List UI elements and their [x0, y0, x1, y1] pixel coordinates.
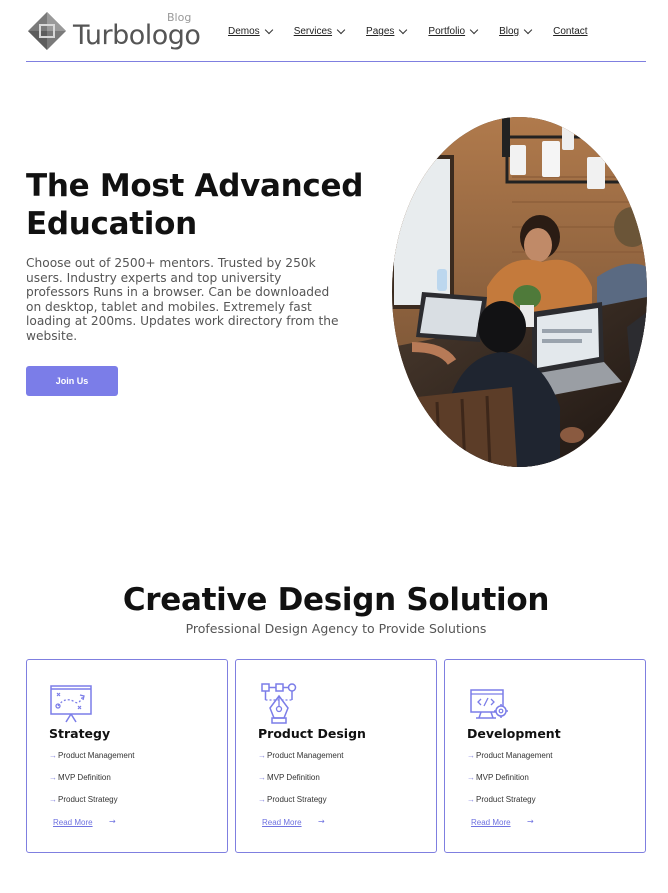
nav-item-demos[interactable]: Demos [228, 25, 273, 37]
main-nav: Demos Services Pages Portfolio Blog Cont… [228, 25, 588, 37]
service-card-product-design: Product Design →Product Management →MVP … [235, 659, 437, 853]
pen-tool-icon [261, 683, 297, 724]
brand-name: Turbologo [73, 20, 201, 51]
card-item-label: MVP Definition [58, 773, 111, 782]
nav-item-pages[interactable]: Pages [366, 25, 408, 37]
arrow-right-icon: → [467, 773, 475, 782]
read-more-link[interactable]: Read More [471, 818, 511, 827]
card-title: Development [467, 726, 561, 741]
nav-item-services[interactable]: Services [293, 25, 346, 37]
brand-sub: Blog [167, 11, 192, 24]
hero-title-line2: Education [26, 206, 197, 242]
hero-description: Choose out of 2500+ mentors. Trusted by … [26, 256, 339, 343]
join-us-button[interactable]: Join Us [26, 366, 118, 396]
card-title: Strategy [49, 726, 111, 741]
card-item-label: Product Management [476, 751, 553, 760]
arrow-right-icon: → [467, 795, 475, 804]
card-item-label: Product Strategy [476, 795, 536, 804]
nav-label: Portfolio [428, 26, 466, 37]
card-title: Product Design [258, 726, 366, 741]
header-divider [26, 61, 646, 62]
card-item[interactable]: →MVP Definition [49, 773, 111, 782]
hero-title: The Most Advanced Education [26, 167, 376, 243]
card-item-label: MVP Definition [476, 773, 529, 782]
chevron-down-icon [523, 25, 533, 34]
arrow-right-icon: → [49, 773, 57, 782]
strategy-board-icon [50, 685, 92, 723]
hero-image [392, 117, 647, 467]
chevron-down-icon [264, 25, 273, 34]
card-item-label: Product Management [267, 751, 344, 760]
card-item-label: Product Strategy [58, 795, 118, 804]
chevron-down-icon [469, 25, 479, 34]
logo[interactable]: Turbologo Blog [27, 11, 201, 53]
nav-label: Demos [228, 26, 260, 37]
card-item[interactable]: →Product Management [467, 751, 553, 760]
arrow-right-icon: → [49, 795, 57, 804]
turbologo-mark-icon [28, 12, 66, 50]
card-item[interactable]: →Product Management [49, 751, 135, 760]
read-more-link[interactable]: Read More [262, 818, 302, 827]
section-title: Creative Design Solution [122, 582, 550, 618]
nav-label: Blog [499, 26, 520, 37]
nav-label: Pages [366, 26, 395, 37]
section-subtitle: Professional Design Agency to Provide So… [185, 621, 487, 636]
arrow-right-icon: → [109, 817, 116, 826]
card-item-label: Product Strategy [267, 795, 327, 804]
card-item[interactable]: →Product Strategy [49, 795, 118, 804]
card-item[interactable]: →Product Management [258, 751, 344, 760]
arrow-right-icon: → [258, 773, 266, 782]
nav-item-portfolio[interactable]: Portfolio [428, 25, 479, 37]
code-monitor-icon [470, 689, 508, 719]
chevron-down-icon [399, 25, 408, 34]
card-item[interactable]: →Product Strategy [467, 795, 536, 804]
read-more-link[interactable]: Read More [53, 818, 93, 827]
nav-item-blog[interactable]: Blog [499, 25, 533, 37]
arrow-right-icon: → [49, 751, 57, 760]
chevron-down-icon [336, 25, 346, 34]
arrow-right-icon: → [258, 751, 266, 760]
card-item[interactable]: →MVP Definition [467, 773, 529, 782]
arrow-right-icon: → [318, 817, 325, 826]
card-item[interactable]: →MVP Definition [258, 773, 320, 782]
arrow-right-icon: → [258, 795, 266, 804]
nav-label: Contact [553, 26, 588, 37]
hero-title-line1: The Most Advanced [26, 168, 364, 204]
arrow-right-icon: → [527, 817, 534, 826]
arrow-right-icon: → [467, 751, 475, 760]
team-photo-illustration [392, 117, 647, 467]
nav-item-contact[interactable]: Contact [553, 26, 587, 37]
nav-label: Services [293, 26, 333, 37]
service-card-development: Development →Product Management →MVP Def… [444, 659, 646, 853]
service-card-strategy: Strategy →Product Management →MVP Defini… [26, 659, 228, 853]
card-item-label: Product Management [58, 751, 135, 760]
card-item-label: MVP Definition [267, 773, 320, 782]
card-item[interactable]: →Product Strategy [258, 795, 327, 804]
